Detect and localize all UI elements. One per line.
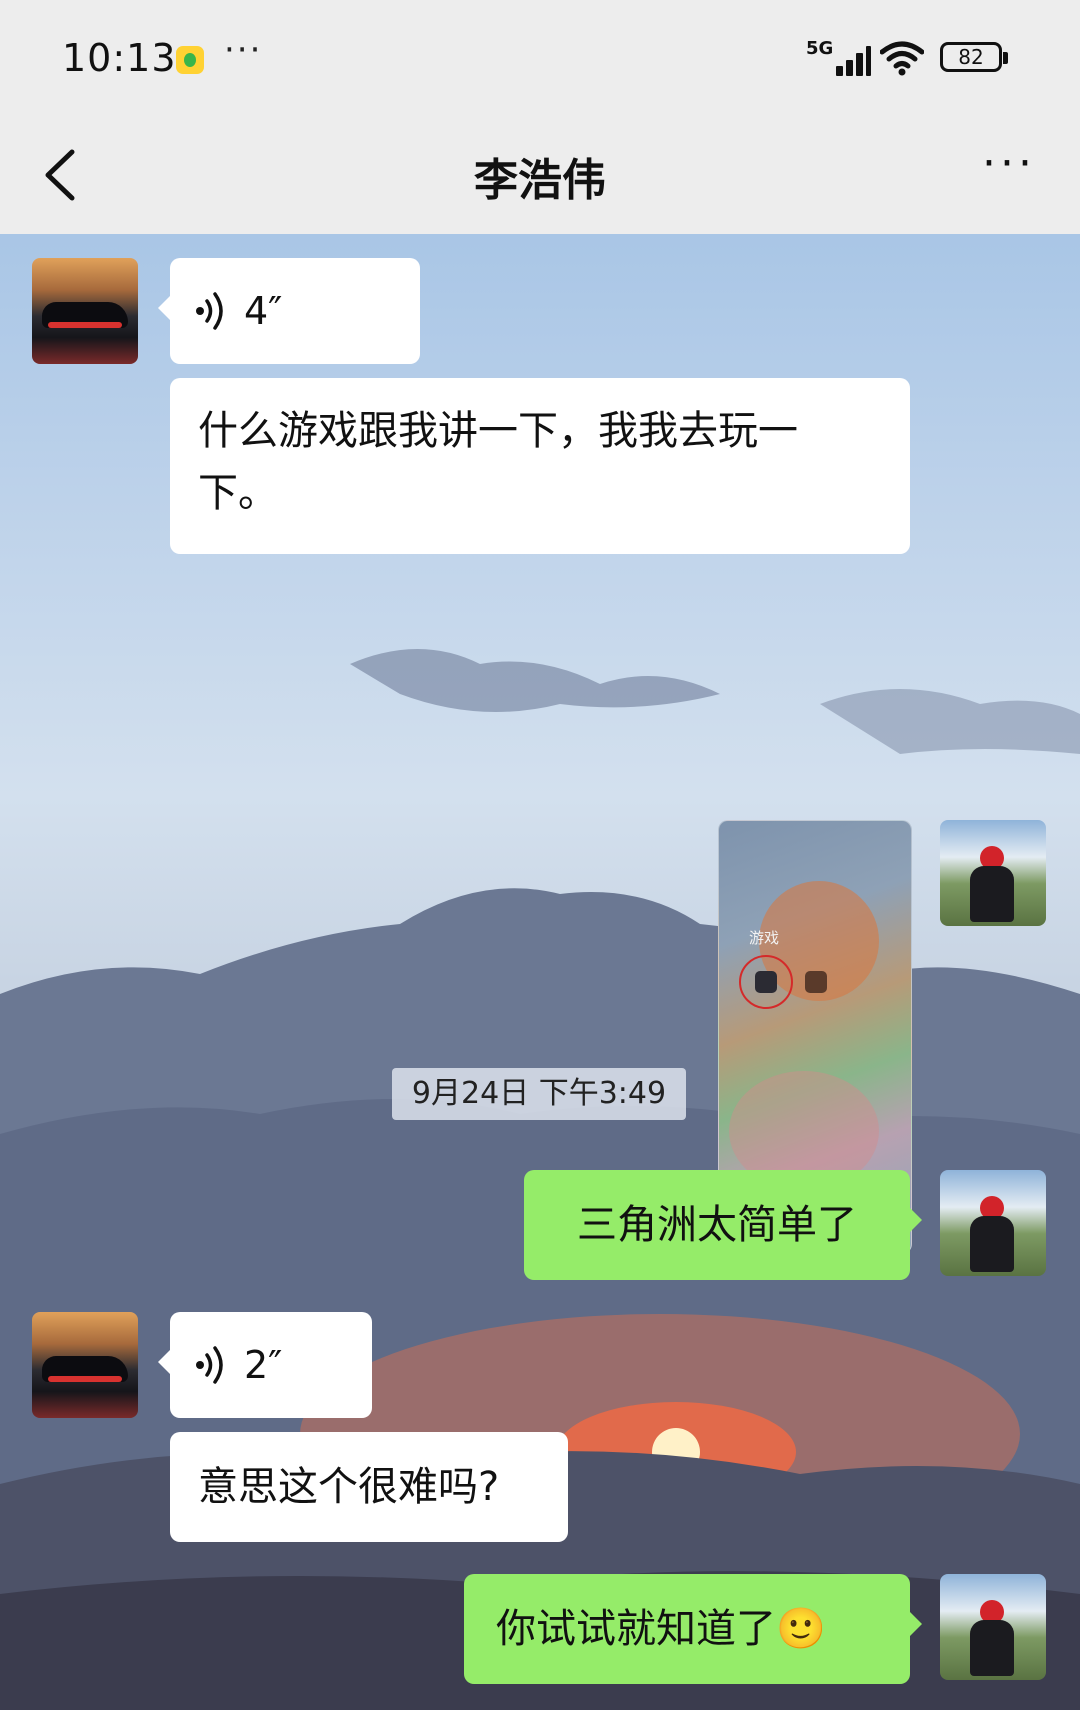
message-text: 你试试就知道了 bbox=[496, 1606, 776, 1652]
my-avatar[interactable] bbox=[940, 1170, 1046, 1276]
message-text-line: 什么游戏跟我讲一下，我我去玩一 bbox=[198, 408, 798, 454]
text-message[interactable]: 你试试就知道了🙂 bbox=[464, 1574, 922, 1684]
battery-indicator: 82 bbox=[940, 42, 1008, 72]
qq-music-icon bbox=[176, 46, 204, 74]
text-message[interactable]: 三角洲太简单了 bbox=[524, 1170, 922, 1280]
wifi-icon bbox=[880, 41, 924, 76]
chat-title: 李浩伟 bbox=[474, 155, 606, 206]
message-text: 三角洲太简单了 bbox=[577, 1202, 857, 1248]
message-timestamp: 9月24日 下午3:49 bbox=[392, 1068, 686, 1120]
game-app-icon bbox=[805, 971, 827, 993]
my-avatar[interactable] bbox=[940, 820, 1046, 926]
contact-avatar[interactable] bbox=[32, 1312, 138, 1418]
text-message[interactable]: 意思这个很难吗? bbox=[170, 1432, 568, 1542]
more-horizontal-icon[interactable]: ··· bbox=[982, 138, 1036, 189]
chat-header: 李浩伟 ··· bbox=[0, 118, 1080, 234]
voice-wave-icon bbox=[196, 1346, 223, 1384]
voice-duration: 2″ bbox=[244, 1343, 283, 1387]
game-app-icon bbox=[755, 971, 777, 993]
image-caption-text: 游戏 bbox=[749, 929, 780, 947]
message-list[interactable]: 4″ 什么游戏跟我讲一下，我我去玩一 下。 游戏 9月24日 下午3:49 三角… bbox=[0, 234, 1080, 1710]
voice-wave-icon bbox=[196, 292, 223, 330]
voice-message[interactable]: 2″ bbox=[158, 1312, 372, 1418]
smile-emoji-icon: 🙂 bbox=[776, 1606, 826, 1652]
my-avatar[interactable] bbox=[940, 1574, 1046, 1680]
message-text-line: 下。 bbox=[198, 470, 278, 516]
signal-icon bbox=[822, 44, 871, 76]
status-overflow-icon: ··· bbox=[224, 30, 263, 70]
chat-screen: 10:13 ··· 5G 82 李浩伟 ··· 4″ 什么游戏跟我讲一下，我我去… bbox=[0, 0, 1080, 1710]
message-text: 意思这个很难吗? bbox=[198, 1464, 500, 1510]
contact-avatar[interactable] bbox=[32, 258, 138, 364]
status-bar: 10:13 ··· 5G 82 bbox=[0, 0, 1080, 118]
voice-duration: 4″ bbox=[244, 289, 283, 333]
text-message[interactable]: 什么游戏跟我讲一下，我我去玩一 下。 bbox=[170, 378, 910, 554]
voice-message[interactable]: 4″ bbox=[158, 258, 420, 364]
status-time: 10:13 bbox=[62, 36, 177, 80]
